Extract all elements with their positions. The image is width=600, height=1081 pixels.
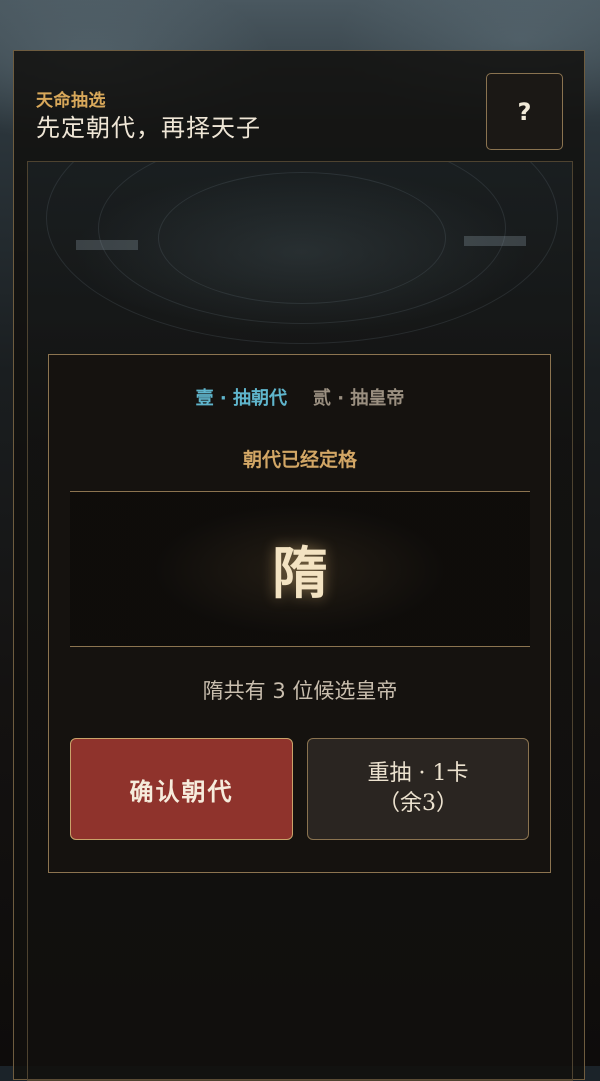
redraw-remaining-label: （余3） xyxy=(378,791,458,816)
confirm-dynasty-button[interactable]: 确认朝代 xyxy=(70,738,293,840)
redraw-cost-label: 重抽 · 1卡 xyxy=(367,761,469,786)
window-decoration xyxy=(76,240,138,250)
step-indicator: 壹 · 抽朝代 贰 · 抽皇帝 xyxy=(0,384,600,410)
candidate-count-text: 隋共有 3 位候选皇帝 xyxy=(202,679,398,703)
dynasty-name: 隋 xyxy=(272,540,328,607)
redraw-button[interactable]: 重抽 · 1卡 （余3） xyxy=(307,738,529,840)
help-button[interactable]: ? xyxy=(486,73,563,150)
tab-draw-dynasty[interactable]: 壹 · 抽朝代 xyxy=(196,388,287,409)
tab-draw-emperor[interactable]: 贰 · 抽皇帝 xyxy=(313,388,404,409)
status-text: 朝代已经定格 xyxy=(242,449,357,471)
page-title: 先定朝代，再择天子 xyxy=(36,114,261,142)
dynasty-reveal-card: 隋 xyxy=(70,491,530,647)
dome-arch-decoration xyxy=(158,172,446,304)
window-decoration xyxy=(464,236,526,246)
